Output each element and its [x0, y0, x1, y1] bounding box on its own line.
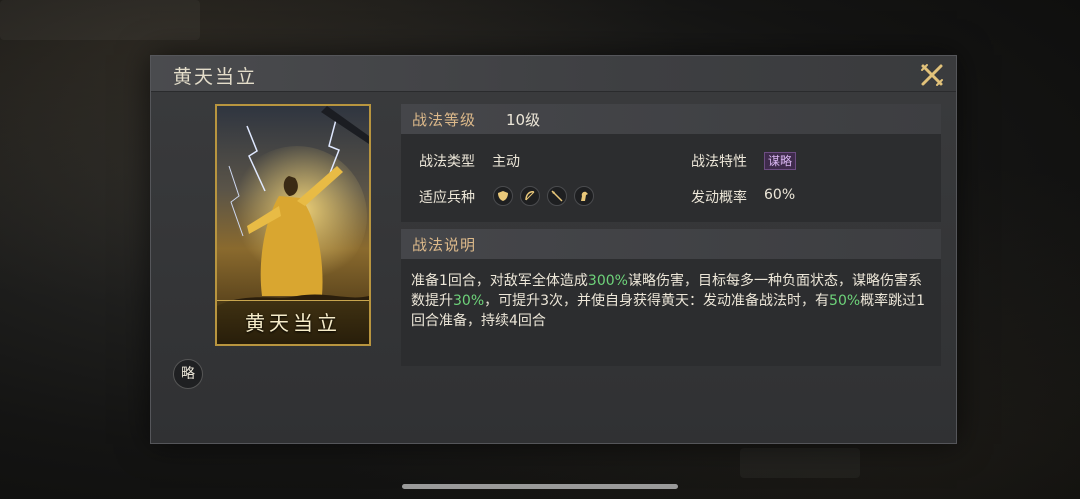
skill-card-name: 黄天当立 [217, 300, 369, 344]
home-indicator[interactable] [402, 484, 678, 489]
boost-percent: 30% [453, 293, 485, 309]
dialog-title: 黄天当立 [173, 66, 258, 88]
description-header: 战法说明 [401, 229, 941, 259]
skill-card: 黄天当立 [215, 104, 371, 346]
level-label: 战法等级 [412, 111, 477, 129]
type-value: 主动 [492, 154, 520, 170]
close-button[interactable] [918, 61, 946, 89]
description-panel: 准备1回合，对敌军全体造成300%谋略伤害，目标每多一种负面状态，谋略伤害系数提… [401, 259, 941, 366]
background-panel [740, 448, 860, 478]
trait-tag: 谋略 [764, 152, 797, 170]
horse-icon [574, 186, 594, 206]
description-text: 准备1回合，对敌军全体造成300%谋略伤害，目标每多一种负面状态，谋略伤害系数提… [411, 271, 931, 331]
skill-dialog: 黄天当立 黄天当立 略 战法等级 10级 战法类型 主动 战法特性 谋略 适应兵… [150, 55, 957, 444]
description-text-part: 准备1回合，对敌军全体造成 [411, 273, 588, 289]
trait-badge[interactable]: 略 [173, 359, 203, 389]
type-label: 战法类型 [419, 154, 475, 170]
skip-chance-percent: 50% [829, 293, 861, 309]
trait-label: 战法特性 [691, 154, 747, 170]
background-panel [0, 0, 200, 40]
spear-icon [547, 186, 567, 206]
close-icon [921, 64, 943, 86]
chance-value: 60% [764, 187, 796, 203]
description-text-part: ，可提升3次，并使自身获得黄天：发动准备战法时，有 [484, 293, 830, 309]
damage-percent: 300% [587, 273, 628, 289]
chance-label: 发动概率 [691, 190, 747, 206]
attributes-panel: 战法类型 主动 战法特性 谋略 适应兵种 发动概率 60% [401, 134, 941, 222]
level-value: 10级 [506, 111, 541, 129]
bow-icon [520, 186, 540, 206]
level-header: 战法等级 10级 [401, 104, 941, 134]
dialog-header: 黄天当立 [151, 56, 956, 92]
shield-icon [493, 186, 513, 206]
troops-label: 适应兵种 [419, 190, 475, 206]
description-label: 战法说明 [412, 236, 477, 254]
